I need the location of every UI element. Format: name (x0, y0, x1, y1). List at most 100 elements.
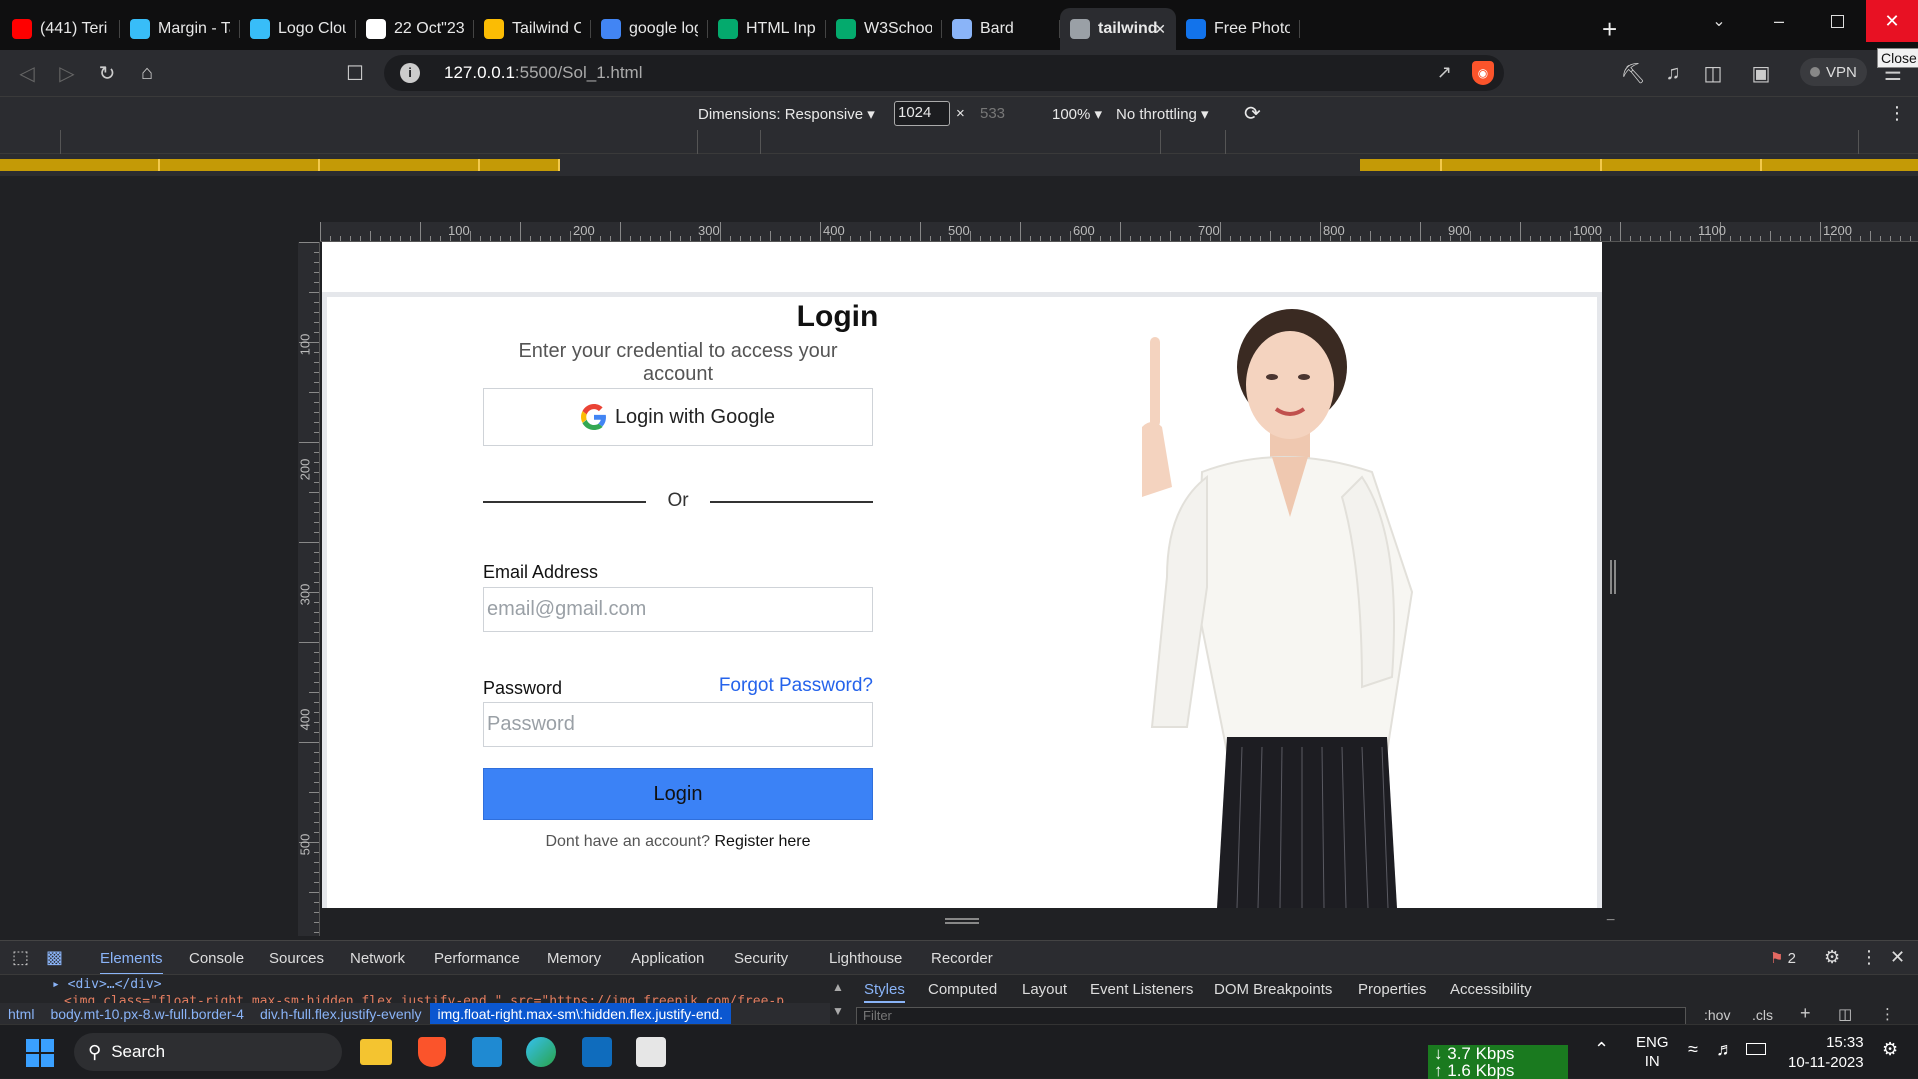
devtools-close-icon[interactable]: ✕ (1890, 947, 1905, 968)
devtools-tab[interactable]: Lighthouse (829, 950, 902, 967)
google-login-button[interactable]: Login with Google (483, 388, 873, 446)
register-link[interactable]: Register here (714, 833, 810, 850)
styles-pane-tab[interactable]: Event Listeners (1090, 981, 1193, 998)
panel-splitter[interactable]: ▲ ▼ (830, 975, 846, 1025)
snipping-tool-icon[interactable] (636, 1037, 666, 1067)
taskbar-search[interactable]: ⚲ Search (74, 1033, 342, 1071)
language-indicator[interactable]: ENG IN (1636, 1033, 1669, 1071)
forward-icon[interactable]: ▷ (54, 60, 80, 86)
bookmark-icon[interactable]: ☐ (342, 60, 368, 86)
height-input[interactable]: 533 (980, 105, 1005, 122)
device-toggle-icon[interactable]: ▩ (46, 947, 63, 968)
close-window-button[interactable]: ✕ (1866, 0, 1918, 42)
windows-start-icon[interactable] (26, 1039, 54, 1067)
home-icon[interactable]: ⌂ (134, 60, 160, 86)
login-button[interactable]: Login (483, 768, 873, 820)
styles-pane-tab[interactable]: Layout (1022, 981, 1067, 998)
vscode-icon[interactable] (472, 1037, 502, 1067)
devtools-tab[interactable]: Elements (100, 950, 163, 975)
resize-corner-icon[interactable]: − (1606, 912, 1615, 930)
devtools-more-icon[interactable]: ⋮ (1860, 947, 1878, 968)
rotate-icon[interactable]: ⟳ (1244, 101, 1261, 126)
brave-shield-icon[interactable]: ◉ (1472, 61, 1494, 85)
vpn-button[interactable]: VPN (1800, 58, 1867, 86)
wifi-icon[interactable]: ≈ (1688, 1039, 1698, 1060)
outlook-icon[interactable] (582, 1037, 612, 1067)
dimensions-dropdown[interactable]: Dimensions: Responsive ▾ (698, 105, 875, 123)
styles-pane-tab[interactable]: Properties (1358, 981, 1426, 998)
share-icon[interactable]: ↗ (1437, 62, 1452, 83)
dom-breadcrumb[interactable]: body.mt-10.px-8.w-full.border-4 (42, 1003, 251, 1025)
zoom-dropdown[interactable]: 100% ▾ (1052, 105, 1102, 123)
browser-tab[interactable]: Logo Clouds - (240, 8, 356, 50)
forgot-password-link[interactable]: Forgot Password? (702, 675, 873, 697)
email-input[interactable] (483, 587, 873, 632)
extensions-icon[interactable]: ⛏ (1620, 60, 1646, 86)
clock[interactable]: 15:33 10-11-2023 (1788, 1033, 1864, 1073)
devtools-tab[interactable]: Console (189, 950, 244, 967)
password-input[interactable] (483, 702, 873, 747)
tab-search-icon[interactable]: ⌄ (1690, 0, 1748, 42)
styles-pane-tab[interactable]: Computed (928, 981, 997, 998)
throttling-dropdown[interactable]: No throttling ▾ (1116, 105, 1209, 123)
devtools-tab[interactable]: Sources (269, 950, 324, 967)
reload-icon[interactable]: ↻ (94, 60, 120, 86)
volume-icon[interactable]: ♬ (1716, 1039, 1734, 1060)
brave-browser-icon[interactable] (418, 1037, 446, 1067)
browser-tab[interactable]: tailwind ✕ (1060, 8, 1176, 50)
hov-toggle[interactable]: :hov (1704, 1007, 1730, 1023)
wallet-icon[interactable]: ▣ (1748, 60, 1774, 86)
devtools-settings-icon[interactable]: ⚙ (1824, 947, 1840, 968)
dom-breadcrumb[interactable]: html (0, 1003, 42, 1025)
battery-icon[interactable] (1746, 1043, 1766, 1055)
devtools-tab[interactable]: Security (734, 950, 788, 967)
sidebar-icon[interactable]: ◫ (1700, 60, 1726, 86)
close-tab-icon[interactable]: ✕ (1154, 21, 1166, 38)
cls-toggle[interactable]: .cls (1752, 1007, 1773, 1023)
breakpoint-bar[interactable] (0, 154, 1918, 176)
issues-badge[interactable]: ⚑ 2 (1770, 949, 1796, 967)
dom-line-img[interactable]: <img class="float-right max-sm:hidden fl… (64, 991, 826, 1003)
inspect-element-icon[interactable]: ⬚ (12, 947, 29, 968)
tray-chevron-icon[interactable]: ⌃ (1594, 1039, 1609, 1060)
devtools-tab[interactable]: Performance (434, 950, 520, 967)
styles-pane-tab[interactable]: Accessibility (1450, 981, 1532, 998)
computed-sidebar-icon[interactable]: ◫ (1838, 1005, 1852, 1023)
media-icon[interactable]: ♫ (1660, 60, 1686, 86)
browser-tab[interactable]: 22 Oct"23 Tailw (356, 8, 474, 50)
edge-icon[interactable] (526, 1037, 556, 1067)
dom-breadcrumb[interactable]: img.float-right.max-sm\:hidden.flex.just… (429, 1003, 732, 1025)
new-style-rule-icon[interactable]: + (1800, 1003, 1811, 1024)
browser-tab[interactable]: Bard (942, 8, 1060, 50)
browser-tab[interactable]: W3Schools Try (826, 8, 942, 50)
width-input[interactable]: 1024 (894, 101, 950, 126)
device-toolbar: Dimensions: Responsive ▾ 1024 × 533 100%… (0, 96, 1918, 130)
dom-line[interactable]: ▸ <div>…</div> (52, 977, 162, 992)
browser-tab[interactable]: HTML Input fo (708, 8, 826, 50)
styles-filter-input[interactable]: Filter (856, 1007, 1686, 1025)
new-tab-button[interactable]: + (1602, 14, 1617, 45)
site-info-icon[interactable]: i (400, 63, 420, 83)
notification-icon[interactable]: ⚙ (1882, 1039, 1898, 1060)
minimize-button[interactable]: – (1750, 0, 1808, 42)
resize-handle-bottom[interactable] (945, 918, 979, 924)
maximize-button[interactable] (1808, 0, 1866, 42)
browser-tab[interactable]: google logo pr (591, 8, 708, 50)
devtools-tab[interactable]: Network (350, 950, 405, 967)
back-icon[interactable]: ◁ (14, 60, 40, 86)
styles-pane-tab[interactable]: DOM Breakpoints (1214, 981, 1332, 998)
devtools-tab[interactable]: Memory (547, 950, 601, 967)
devtools-tab[interactable]: Recorder (931, 950, 993, 967)
browser-tab[interactable]: (441) Teri Yaad (2, 8, 120, 50)
devtools-tab[interactable]: Application (631, 950, 704, 967)
browser-tab[interactable]: Free Photo | Yo (1176, 8, 1300, 50)
dom-breadcrumb[interactable]: div.h-full.flex.justify-evenly (252, 1003, 430, 1025)
styles-pane-tab[interactable]: Styles (864, 981, 905, 1003)
browser-tab[interactable]: Tailwind CSS.p (474, 8, 591, 50)
browser-tab[interactable]: Margin - Tailw (120, 8, 240, 50)
styles-more-icon[interactable]: ⋮ (1880, 1005, 1895, 1023)
address-bar[interactable]: i 127.0.0.1:5500/Sol_1.html ↗ ◉ (384, 55, 1504, 91)
resize-handle-right[interactable] (1610, 560, 1616, 594)
more-options-icon[interactable]: ⋮ (1888, 103, 1906, 124)
file-explorer-icon[interactable] (360, 1039, 392, 1065)
